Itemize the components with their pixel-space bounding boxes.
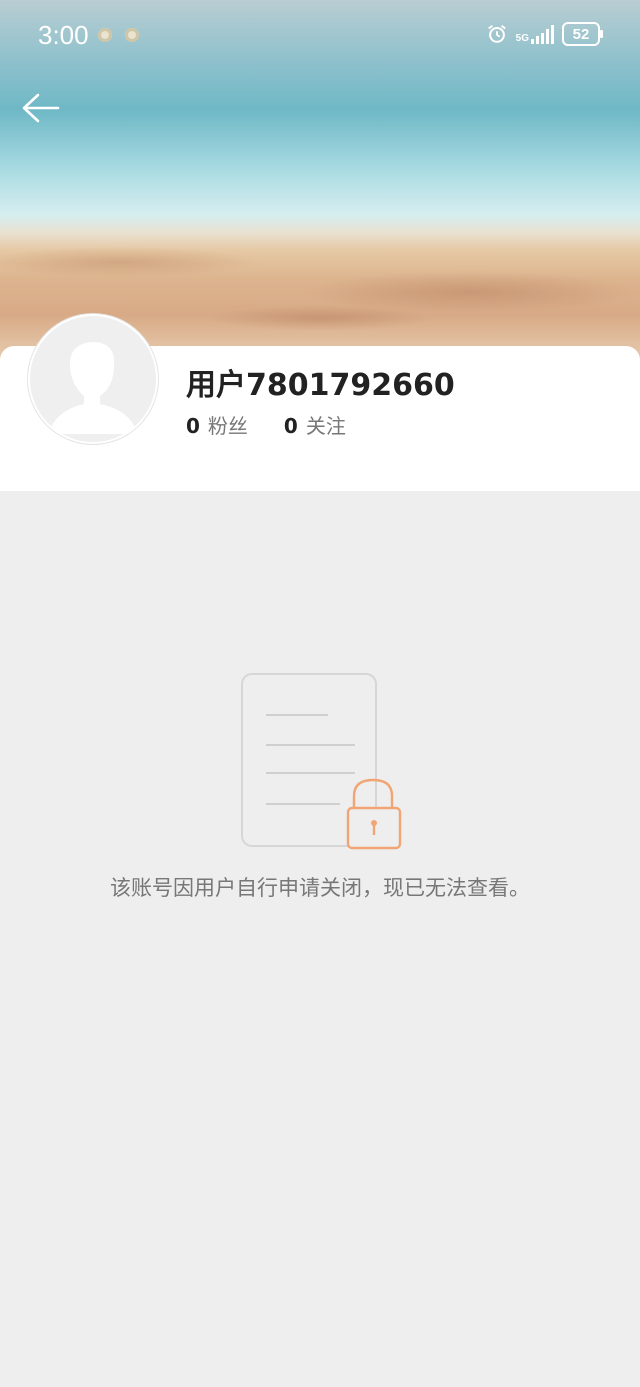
followers-count: 0 (186, 414, 200, 438)
alarm-icon (487, 24, 506, 43)
default-avatar-icon[interactable] (28, 314, 158, 444)
notification-icon (98, 28, 112, 42)
locked-document-illustration (241, 673, 402, 850)
profile-username: 用户7801792660 (186, 368, 455, 403)
following-label: 关注 (305, 414, 346, 438)
battery-level: 52 (572, 25, 590, 43)
signal-icon: 5G (516, 24, 554, 44)
account-closed-message: 该账号因用户自行申请关闭，现已无法查看。 (110, 876, 530, 900)
battery-icon: 52 (562, 22, 603, 46)
notification-icon (125, 28, 139, 42)
status-bar: 3:00 5G 52 (0, 0, 640, 72)
avatar-silhouette (48, 342, 138, 434)
profile-stats: 0 粉丝 0 关注 (186, 410, 346, 439)
following-stat[interactable]: 0 关注 (284, 410, 346, 439)
followers-stat[interactable]: 0 粉丝 (186, 410, 248, 439)
status-time: 3:00 (38, 20, 89, 50)
status-indicators: 5G 52 (486, 22, 603, 46)
following-count: 0 (283, 414, 298, 438)
back-arrow-icon[interactable] (18, 88, 64, 128)
followers-label: 粉丝 (207, 414, 248, 438)
network-type: 5G (515, 33, 529, 44)
